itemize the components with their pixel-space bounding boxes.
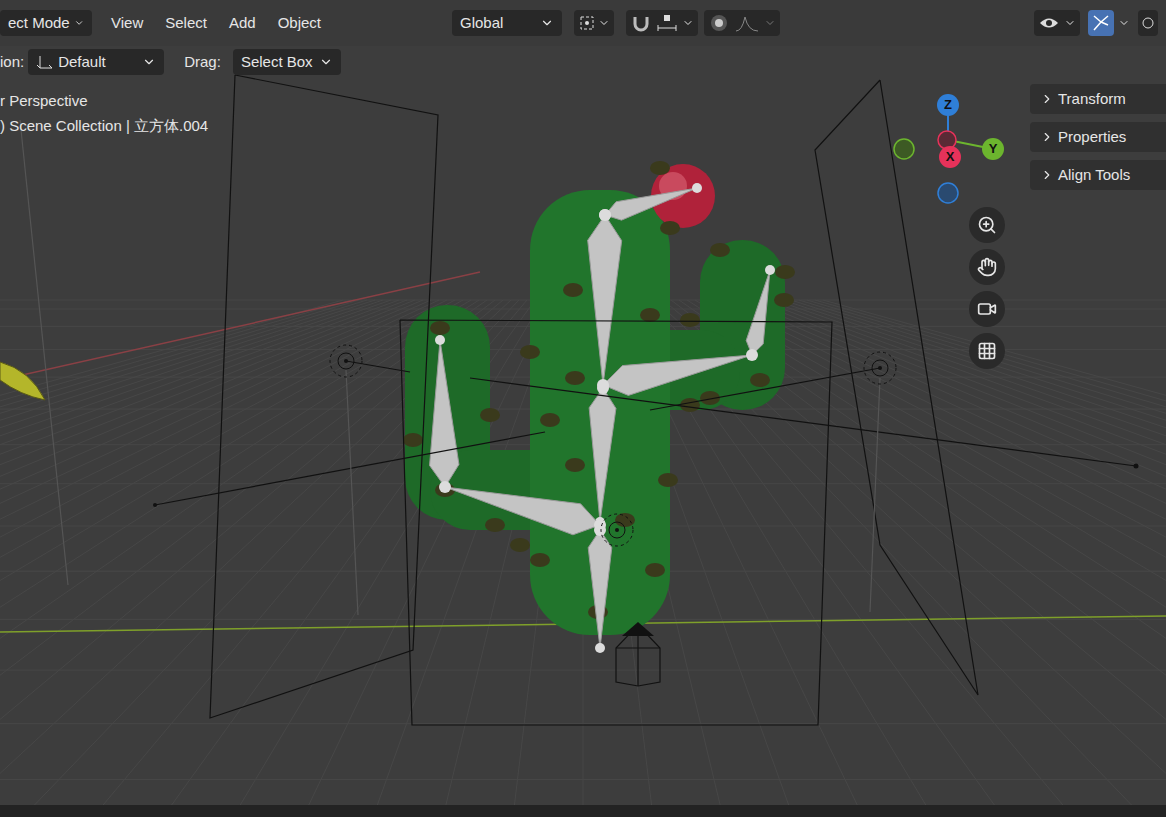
proportional-button[interactable] (704, 10, 780, 36)
menu-item[interactable]: Select (165, 12, 207, 35)
blender-window: ect Mode View Select Add Object Global ion:Def… (0, 0, 1166, 817)
hand-icon (977, 257, 997, 277)
chevron-right-icon (1040, 92, 1054, 106)
view-name: r Perspective (0, 90, 208, 112)
camera-button[interactable] (969, 291, 1005, 327)
pan-button[interactable] (969, 249, 1005, 285)
eye-icon (1038, 13, 1060, 33)
drag-select[interactable]: Select Box (233, 49, 341, 75)
z-axis-label: Z (937, 96, 959, 114)
z-axis-handle[interactable] (937, 94, 959, 116)
viewport-header: ect Mode View Select Add Object Global (0, 0, 1166, 46)
viewport-info: r Perspective ) Scene Collection | 立方体.00… (0, 90, 208, 137)
chevron-down-icon (74, 16, 84, 30)
armature[interactable] (430, 183, 775, 653)
chevron-down-icon (319, 55, 333, 69)
orientation-select[interactable]: Default (28, 49, 164, 75)
sidebar-panel[interactable]: Properties (1030, 122, 1166, 152)
sidebar-panel[interactable]: Align Tools (1030, 160, 1166, 190)
grid-icon (977, 341, 997, 361)
chevron-right-icon (1040, 130, 1054, 144)
menu-item[interactable]: Add (229, 12, 256, 35)
gizmo-toggle[interactable] (1088, 10, 1130, 36)
navigation-buttons (969, 207, 1005, 369)
snap-button[interactable] (626, 10, 698, 36)
falloff-icon (734, 13, 760, 33)
y-axis-handle[interactable] (982, 138, 1004, 160)
zoom-icon (977, 215, 997, 235)
magnet-icon (630, 13, 652, 33)
ortho-button[interactable] (969, 333, 1005, 369)
x-axis-handle[interactable] (939, 146, 961, 168)
camera-icon (977, 299, 997, 319)
overlay-icon (1141, 16, 1155, 30)
orientation-label: ion: (0, 51, 24, 74)
sidebar-tabs: Transform Properties Align Tools (1030, 84, 1166, 190)
bottom-strip (0, 805, 1166, 817)
tool-settings: ion:Default Drag: Select Box (0, 47, 1166, 77)
menu-bar: View Select Add Object (111, 12, 321, 35)
overlay-toggle[interactable] (1138, 10, 1158, 36)
y-axis-label: Y (982, 140, 1004, 158)
visibility-button[interactable] (1034, 10, 1080, 36)
menu-item[interactable]: View (111, 12, 143, 35)
sidebar-panel[interactable]: Transform (1030, 84, 1166, 114)
snap-increment-icon (656, 13, 678, 33)
chevron-right-icon (1040, 168, 1054, 182)
menu-item[interactable]: Object (278, 12, 321, 35)
drag-label: Drag: (184, 51, 221, 74)
x-axis-label: X (939, 148, 961, 166)
collection-info: ) Scene Collection | 立方体.004 (0, 115, 208, 137)
mode-dropdown[interactable]: ect Mode (0, 10, 92, 36)
pivot-button[interactable] (574, 10, 614, 36)
proportional-icon (708, 13, 730, 33)
orientation-dropdown[interactable]: Global (452, 10, 562, 36)
transform-orientation-icon (36, 53, 54, 71)
pivot-icon (578, 14, 596, 32)
gizmo-icon (1091, 13, 1111, 33)
zoom-button[interactable] (969, 207, 1005, 243)
chevron-down-icon (540, 16, 554, 30)
